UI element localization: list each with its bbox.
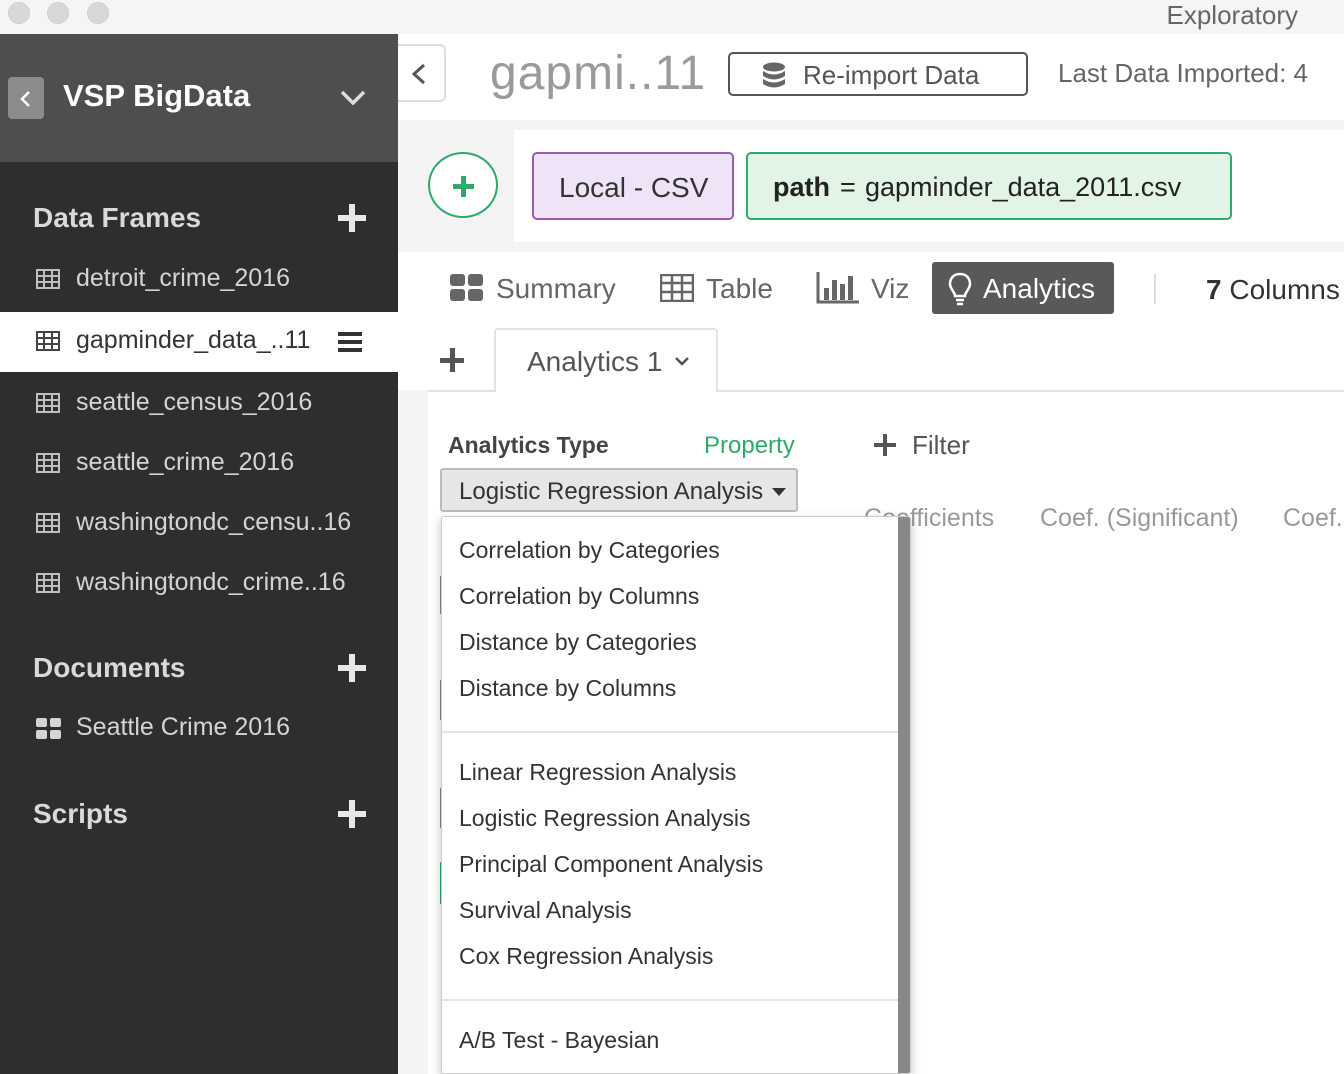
analytics-subtab-label: Analytics 1 [527,346,663,377]
sidebar-item-label: Seattle Crime 2016 [76,713,291,741]
window-close-button[interactable] [8,2,30,24]
add-script-button[interactable] [338,800,366,828]
dropdown-item[interactable]: Logistic Regression Analysis [459,805,750,832]
table-icon [36,573,60,593]
dropdown-item[interactable]: Correlation by Categories [459,537,720,564]
caret-down-icon [772,488,786,496]
collapse-sidebar-button[interactable] [398,44,446,102]
database-icon [763,62,785,88]
table-icon [660,274,694,302]
dropdown-item[interactable]: Cox Regression Analysis [459,943,713,970]
columns-count-number: 7 [1206,274,1222,305]
tab-divider [1154,274,1156,304]
sidebar-item-label: seattle_census_2016 [76,388,313,416]
dropdown-item[interactable]: A/B Test - Bayesian [459,1027,659,1054]
plus-icon [874,434,896,456]
tab-coef-more[interactable]: Coef. [1283,504,1343,533]
tab-analytics[interactable]: Analytics [932,262,1114,314]
dropdown-item[interactable]: Principal Component Analysis [459,851,763,878]
sidebar-item-data-frame[interactable]: detroit_crime_2016 [0,250,398,310]
dropdown-scrollbar[interactable] [898,517,910,1073]
sidebar-item-document[interactable]: Seattle Crime 2016 [0,699,398,759]
analytics-type-select[interactable]: Logistic Regression Analysis [440,468,798,512]
section-documents: Documents [33,652,186,683]
section-data-frames: Data Frames [33,202,202,233]
dropdown-item[interactable]: Correlation by Columns [459,583,699,610]
sidebar-item-label: washingtondc_censu..16 [76,508,352,536]
sidebar-item-data-frame[interactable]: washingtondc_crime..16 [0,554,398,614]
project-header: VSP BigData [0,34,398,162]
window-zoom-button[interactable] [87,2,109,24]
filter-label: Filter [912,430,970,460]
source-step-label: Local - CSV [559,172,709,203]
property-link[interactable]: Property [704,432,795,460]
tab-coef-significant[interactable]: Coef. (Significant) [1040,504,1239,533]
sidebar-item-label: washingtondc_crime..16 [76,568,346,596]
analytics-type-dropdown: Correlation by Categories Correlation by… [441,516,911,1074]
title-bar: Exploratory [0,0,1344,34]
tab-summary[interactable]: Summary [446,262,626,314]
sidebar-item-data-frame[interactable]: washingtondc_censu..16 [0,494,398,554]
analytics-type-label: Analytics Type [448,432,609,458]
tab-viz-label: Viz [871,273,910,304]
chevron-left-icon [411,63,426,85]
tab-summary-label: Summary [496,273,616,304]
table-icon [36,269,60,289]
reimport-label: Re-import Data [803,60,980,90]
tab-viz[interactable]: Viz [814,262,914,314]
sidebar-item-label: detroit_crime_2016 [76,264,291,292]
chevron-left-icon [20,91,30,107]
dropdown-item[interactable]: Distance by Categories [459,629,697,656]
add-step-button[interactable] [428,152,498,218]
summary-icon [450,274,483,301]
chevron-down-icon [675,357,689,366]
table-icon [36,513,60,533]
path-key: path [773,172,830,202]
columns-count-label: Columns [1229,274,1340,305]
table-icon [36,393,60,413]
analytics-subtab[interactable]: Analytics 1 [494,328,718,392]
dropdown-separator [442,731,898,733]
bar-chart-icon [816,272,859,304]
chevron-down-icon[interactable] [340,90,366,106]
dropdown-item[interactable]: Distance by Columns [459,675,676,702]
dropdown-item[interactable]: Linear Regression Analysis [459,759,736,786]
tab-table-label: Table [706,273,773,304]
sidebar: VSP BigData Data Frames detroit_crime_20… [0,34,398,1074]
lightbulb-icon [948,272,972,306]
window-minimize-button[interactable] [47,2,69,24]
sidebar-item-data-frame[interactable]: seattle_census_2016 [0,374,398,434]
dropdown-item[interactable]: Survival Analysis [459,897,632,924]
add-analytics-button[interactable] [440,348,464,372]
path-value: gapminder_data_2011.csv [865,172,1182,202]
sidebar-item-data-frame[interactable]: seattle_crime_2016 [0,434,398,494]
dataframe-title: gapmi..11 [490,47,707,100]
section-scripts: Scripts [33,798,128,829]
hamburger-menu-icon[interactable] [338,332,362,352]
reimport-data-button[interactable]: Re-import Data [728,52,1028,96]
dashboard-icon [36,718,61,739]
sidebar-item-label: gapminder_data_..11 [76,326,311,354]
source-step-token[interactable]: Local - CSV [532,152,734,220]
tab-analytics-label: Analytics [983,273,1096,304]
dropdown-separator [442,999,898,1001]
project-name: VSP BigData [63,78,251,113]
table-icon [36,453,60,473]
app-title: Exploratory [1166,0,1299,30]
columns-count: 7 Columns [1206,274,1340,306]
tab-table[interactable]: Table [658,262,782,314]
path-step-token[interactable]: path = gapminder_data_2011.csv [746,152,1232,220]
add-document-button[interactable] [338,654,366,682]
sidebar-item-label: seattle_crime_2016 [76,448,295,476]
analytics-type-value: Logistic Regression Analysis [459,478,764,505]
back-button[interactable] [8,77,44,119]
path-equals: = [840,172,856,202]
add-data-frame-button[interactable] [338,204,366,232]
last-imported-text: Last Data Imported: 4 [1058,58,1309,88]
sidebar-item-data-frame[interactable]: gapminder_data_..11 [0,312,398,372]
table-icon [36,331,60,351]
